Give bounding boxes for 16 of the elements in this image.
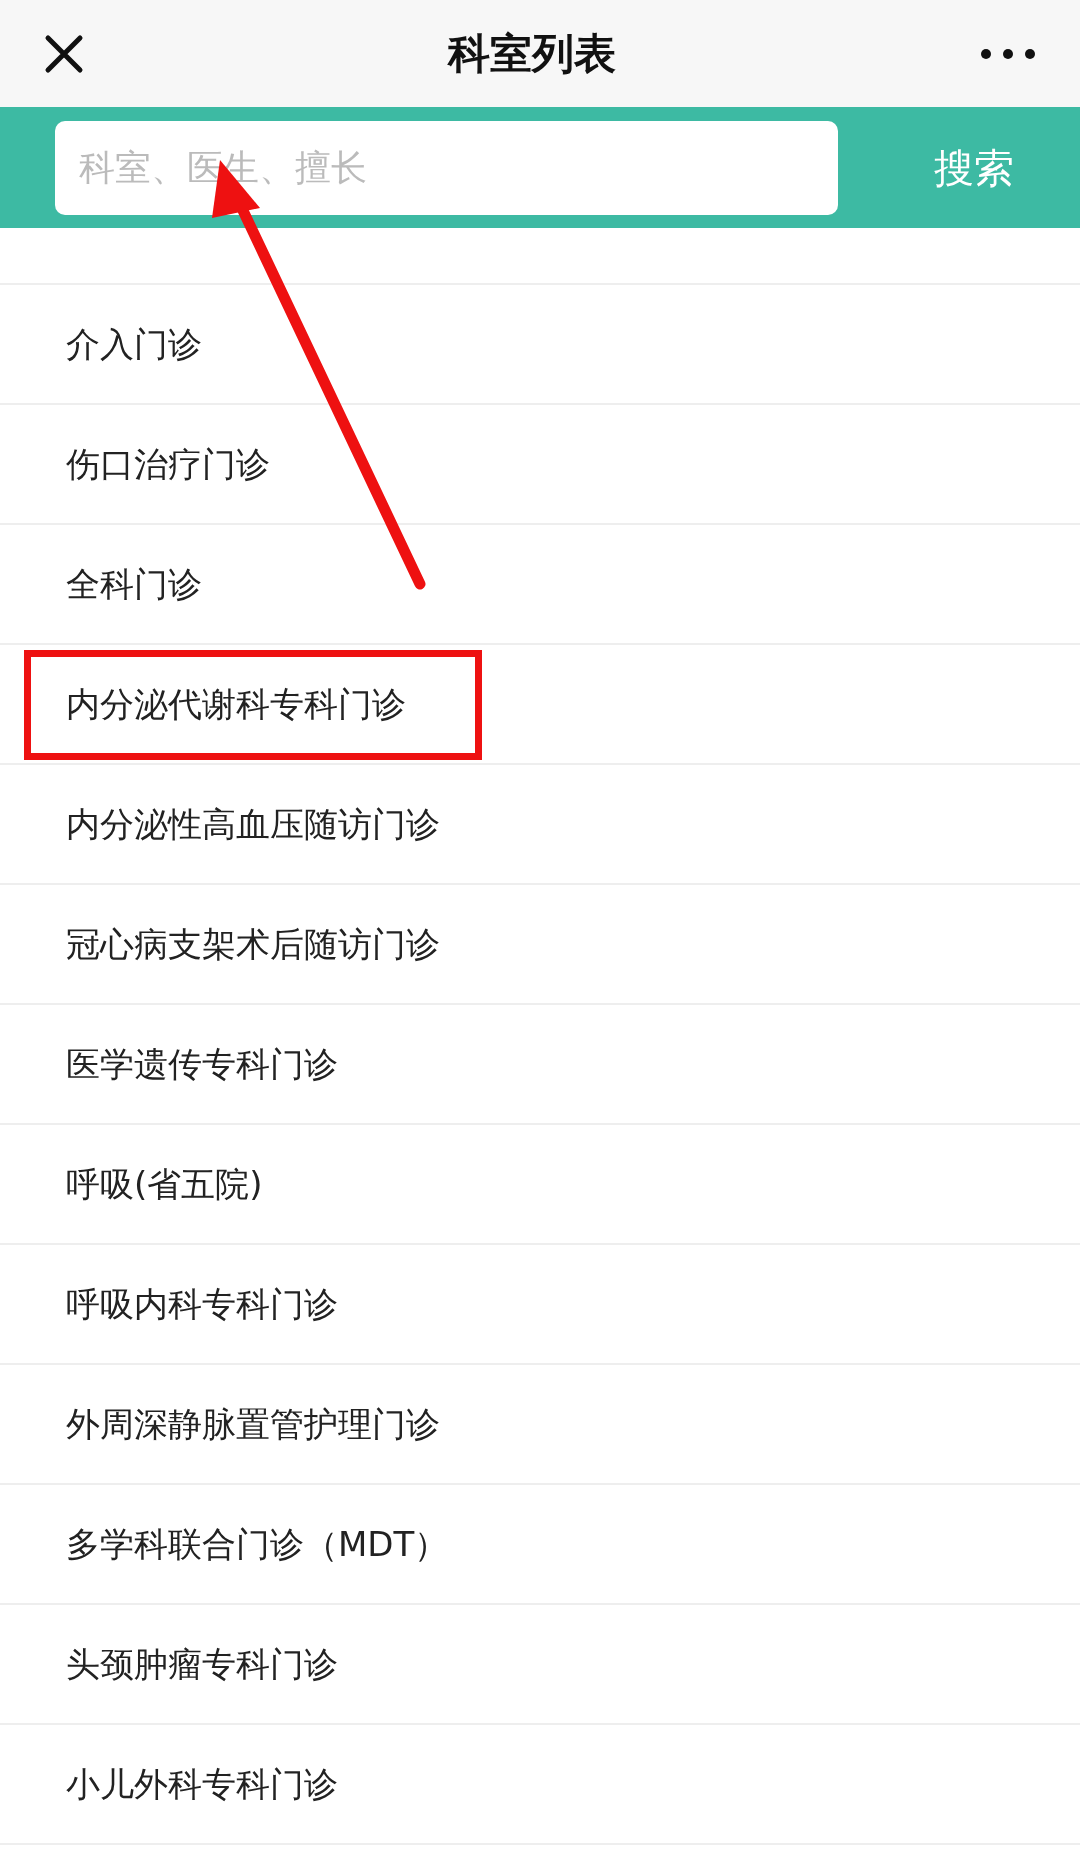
department-item[interactable]: 呼吸(省五院) — [66, 1158, 263, 1210]
department-item[interactable]: 小儿外科专科门诊 — [66, 1758, 338, 1810]
department-item[interactable]: 冠心病支架术后随访门诊 — [66, 918, 440, 970]
department-item[interactable]: 内分泌代谢科专科门诊 — [66, 678, 406, 730]
page-title: 科室列表 — [448, 28, 616, 80]
close-icon[interactable] — [44, 33, 84, 74]
department-item[interactable]: 头颈肿瘤专科门诊 — [66, 1638, 338, 1690]
more-icon[interactable] — [980, 47, 1036, 60]
department-item[interactable]: 伤口治疗门诊 — [66, 438, 270, 490]
department-item[interactable]: 介入门诊 — [66, 318, 202, 370]
department-item[interactable]: 多学科联合门诊（MDT） — [66, 1518, 449, 1570]
department-item[interactable]: 内分泌性高血压随访门诊 — [66, 798, 440, 850]
department-item[interactable]: 医学遗传专科门诊 — [66, 1038, 338, 1090]
department-item[interactable]: 呼吸内科专科门诊 — [66, 1278, 338, 1330]
department-item[interactable]: 外周深静脉置管护理门诊 — [66, 1398, 440, 1450]
department-item[interactable]: 全科门诊 — [66, 558, 202, 610]
